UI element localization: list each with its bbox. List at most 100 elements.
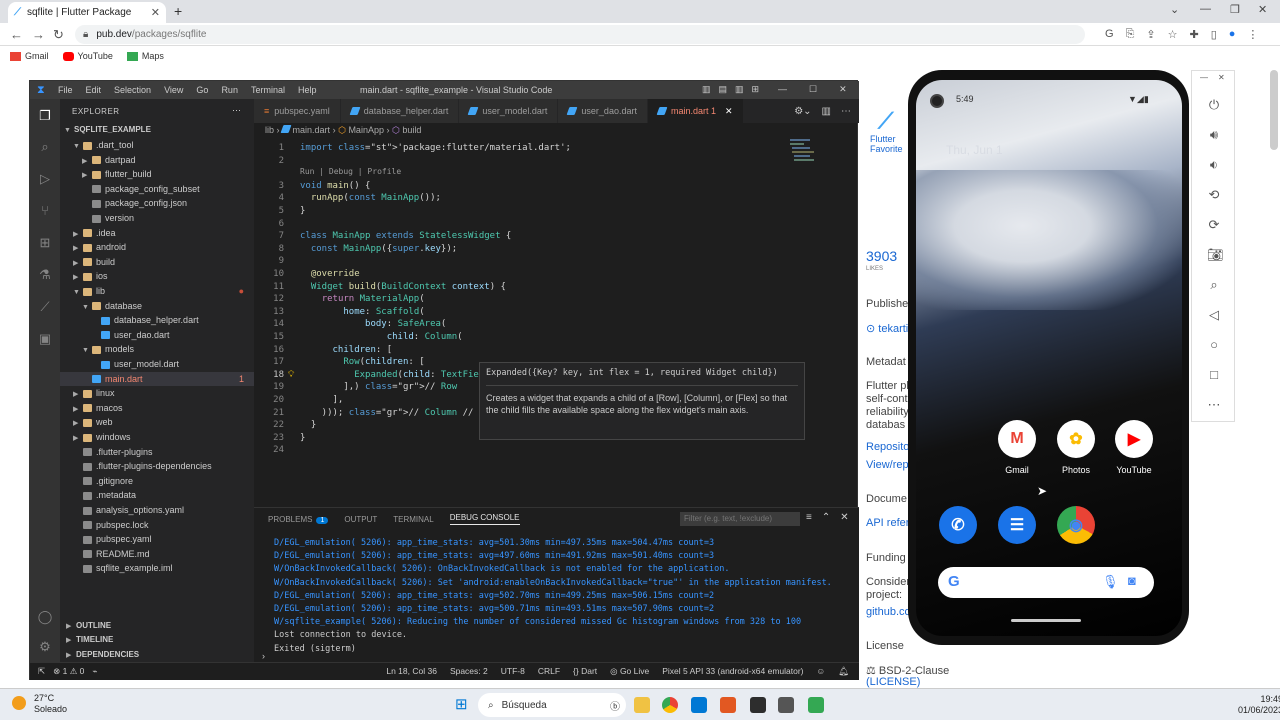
tab-user-model[interactable]: user_model.dart [459,99,559,123]
close-window-icon[interactable]: ✕ [1258,3,1267,16]
tree-item[interactable]: ▶ android [60,240,254,255]
code-line[interactable]: return MaterialApp( [300,294,425,304]
zoom-icon[interactable]: ⌕ [1207,277,1221,292]
console-filter-input[interactable] [680,512,800,526]
view-repo-link[interactable]: View/rep [866,459,909,471]
profile-avatar[interactable]: ● [1229,28,1236,41]
toggle-secondary-sidebar-icon[interactable]: ▥ [735,84,744,95]
breadcrumb-file[interactable]: main.dart [293,125,331,135]
code-line[interactable]: void main() { [300,181,370,191]
tab-debug-console[interactable]: DEBUG CONSOLE [449,513,520,525]
dependencies-section[interactable]: ▶ DEPENDENCIES [66,650,246,659]
api-reference-link[interactable]: API refer [866,517,909,529]
code-line[interactable]: Expanded(child: TextField) [300,370,495,380]
codelens[interactable]: Run | Debug | Profile [300,167,401,176]
code-editor[interactable]: 1 import class="st">'package:flutter/mate… [254,137,859,507]
menu-view[interactable]: View [164,85,183,95]
tree-item[interactable]: main.dart 1 [60,371,254,387]
code-line[interactable]: body: SafeArea( [300,319,446,329]
code-line[interactable]: } [300,433,305,443]
close-tab-icon[interactable]: ✕ [151,6,160,19]
tab-output[interactable]: OUTPUT [344,515,377,524]
code-line[interactable]: @override [300,269,360,279]
code-line[interactable]: Row(children: [ [300,357,424,367]
tab-terminal[interactable]: TERMINAL [393,515,433,524]
manage-gear-icon[interactable]: ⚙ [36,639,54,657]
code-line[interactable]: ], [300,395,344,405]
code-line[interactable]: children: [ [300,345,393,355]
tree-item[interactable]: ▶ windows [60,430,254,445]
bookmark-gmail[interactable]: Gmail [10,51,49,61]
bookmark-youtube[interactable]: YouTube [62,51,113,61]
code-line[interactable]: Widget build(BuildContext context) { [300,282,506,292]
tab-main-dart[interactable]: main.dart 1 ✕ [647,99,744,123]
tab-problems[interactable]: PROBLEMS 1 [268,515,329,524]
split-editor-icon[interactable]: ▥ [822,106,831,117]
google-search-bar[interactable]: G 🎙︎ ◙ [938,567,1154,598]
forward-icon[interactable]: → [32,27,45,42]
menu-terminal[interactable]: Terminal [251,85,285,95]
tree-item[interactable]: ▼ lib ● [60,284,254,299]
weather-widget[interactable]: 27°C Soleado [34,693,67,715]
tree-item[interactable]: ▶ flutter_build [60,167,254,182]
android-home-screen[interactable]: 5:49 ▼◢▮ Thu, Jun 1 M Gmail ✿ Photos ▶ Y… [916,80,1182,636]
code-line[interactable]: class MainApp extends StatelessWidget { [300,231,511,241]
tree-item[interactable]: package_config.json [60,196,254,211]
tree-item[interactable]: ▼ models [60,342,254,357]
emulator-minimize-icon[interactable]: — [1200,73,1208,82]
flutter-icon[interactable]: ⟋ [36,299,54,317]
app-chrome[interactable]: ◉ [1057,506,1095,544]
device-selector[interactable]: Pixel 5 API 33 (android-x64 emulator) [662,666,803,677]
lightbulb-icon[interactable]: 💡︎ [288,370,294,380]
explorer-more-icon[interactable]: ⋯ [232,105,241,116]
app-taskbar-icon[interactable] [720,697,736,713]
vscode-minimize-icon[interactable]: — [778,84,787,95]
extensions-icon[interactable]: ✚ [1189,28,1198,41]
tree-item[interactable]: ▶ ios [60,269,254,284]
go-live-button[interactable]: ◎ Go Live [610,666,649,677]
volume-down-icon[interactable]: 🔉︎ [1207,157,1221,172]
run-debug-icon[interactable]: ▷ [36,171,54,189]
tree-item[interactable]: user_dao.dart [60,328,254,343]
settings-taskbar-icon[interactable] [778,697,794,713]
language-mode[interactable]: {} Dart [573,666,597,677]
problems-status[interactable]: ⊗ 1 ⚠ 0 [53,666,84,677]
app-photos[interactable]: ✿ [1057,420,1095,458]
android-studio-taskbar-icon[interactable] [808,697,824,713]
source-control-icon[interactable]: ⑂ [36,203,54,221]
outline-section[interactable]: ▶ OUTLINE [66,621,246,630]
encoding[interactable]: UTF-8 [501,666,525,677]
layout-icon[interactable]: ⊞ [752,84,760,95]
testing-icon[interactable]: ⚗ [36,267,54,285]
account-icon[interactable]: ◯ [36,609,54,627]
chrome-taskbar-icon[interactable] [662,697,678,713]
app-youtube[interactable]: ▶ [1115,420,1153,458]
tree-item[interactable]: user_model.dart [60,357,254,372]
power-icon[interactable]: ⏻ [1207,97,1221,112]
code-line[interactable]: const MainApp({super.key}); [300,244,457,254]
vscode-maximize-icon[interactable]: ☐ [809,84,817,95]
tab-database-helper[interactable]: database_helper.dart [340,99,460,123]
tree-item[interactable]: .metadata [60,488,254,503]
minimize-icon[interactable]: — [1200,3,1211,15]
back-triangle-icon[interactable]: ◁ [1207,307,1221,322]
tree-item[interactable]: .flutter-plugins [60,445,254,460]
repository-link[interactable]: Reposito [866,441,909,453]
emulator-close-icon[interactable]: ✕ [1218,73,1225,82]
menu-edit[interactable]: Edit [86,85,102,95]
license-link[interactable]: (LICENSE) [866,676,920,688]
tree-item[interactable]: ▶ web [60,415,254,430]
page-scrollbar[interactable] [1270,70,1278,150]
vscode-taskbar-icon[interactable] [691,697,707,713]
search-icon[interactable]: ⌕ [36,139,54,157]
cursor-position[interactable]: Ln 18, Col 36 [386,666,437,677]
windows-start-icon[interactable]: ⊞ [455,697,471,713]
tree-item[interactable]: .flutter-plugins-dependencies [60,459,254,474]
code-line[interactable]: runApp(const MainApp()); [300,193,441,203]
new-tab-icon[interactable]: + [174,3,182,19]
notifications-icon[interactable]: 🔔︎ [838,666,849,677]
google-icon[interactable]: G [1105,28,1114,41]
code-line[interactable]: child: Column( [300,332,463,342]
taskbar-clock[interactable]: 19:4901/06/2023 [1238,694,1280,716]
more-menu-icon[interactable]: ⋮ [1247,28,1258,41]
